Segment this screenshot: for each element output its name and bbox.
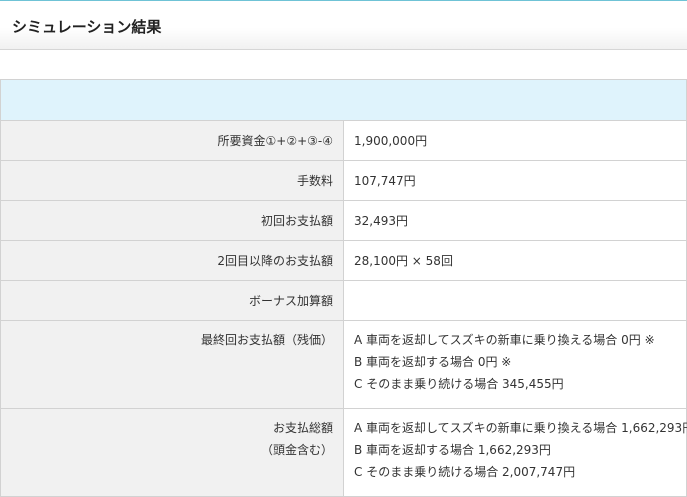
row-subsequent-payment: 2回目以降のお支払額 28,100円 × 58回 (0, 240, 687, 281)
total-payment-values: A 車両を返却してスズキの新車に乗り換える場合 1,662,293円 B 車両を… (343, 408, 687, 497)
page-header: シミュレーション結果 (0, 0, 687, 50)
table-header-band-cell (0, 79, 687, 121)
final-payment-values: A 車両を返却してスズキの新車に乗り換える場合 0円 ※ B 車両を返却する場合… (343, 320, 687, 409)
row-fee: 手数料 107,747円 (0, 160, 687, 201)
required-funds-value: 1,900,000円 (343, 120, 687, 161)
row-first-payment: 初回お支払額 32,493円 (0, 200, 687, 241)
page-title: シミュレーション結果 (12, 18, 162, 36)
final-payment-option-b: B 車両を返却する場合 0円 ※ (354, 355, 512, 369)
simulation-result-page: シミュレーション結果 所要資金①+②+③-④ 1,900,000円 手数料 10… (0, 0, 687, 497)
total-payment-label: お支払総額 （頭金含む） (0, 408, 344, 497)
total-payment-label-note: （頭金含む） (260, 443, 333, 457)
final-payment-option-a: A 車両を返却してスズキの新車に乗り換える場合 0円 ※ (354, 333, 655, 347)
first-payment-value: 32,493円 (343, 200, 687, 241)
final-payment-label: 最終回お支払額（残価） (0, 320, 344, 409)
total-payment-label-main: お支払総額 (272, 421, 333, 435)
result-table: 所要資金①+②+③-④ 1,900,000円 手数料 107,747円 初回お支… (0, 79, 687, 497)
bonus-label: ボーナス加算額 (0, 280, 344, 321)
subsequent-payment-value: 28,100円 × 58回 (343, 240, 687, 281)
total-payment-option-a: A 車両を返却してスズキの新車に乗り換える場合 1,662,293円 (354, 421, 687, 435)
required-funds-label: 所要資金①+②+③-④ (0, 120, 344, 161)
fee-label: 手数料 (0, 160, 344, 201)
row-final-payment: 最終回お支払額（残価） A 車両を返却してスズキの新車に乗り換える場合 0円 ※… (0, 320, 687, 409)
table-header-band (0, 79, 687, 121)
final-payment-option-c: C そのまま乗り続ける場合 345,455円 (354, 377, 564, 391)
bonus-value (343, 280, 687, 321)
row-bonus: ボーナス加算額 (0, 280, 687, 321)
total-payment-option-b: B 車両を返却する場合 1,662,293円 (354, 443, 551, 457)
row-total-payment: お支払総額 （頭金含む） A 車両を返却してスズキの新車に乗り換える場合 1,6… (0, 408, 687, 497)
fee-value: 107,747円 (343, 160, 687, 201)
row-required-funds: 所要資金①+②+③-④ 1,900,000円 (0, 120, 687, 161)
first-payment-label: 初回お支払額 (0, 200, 344, 241)
subsequent-payment-label: 2回目以降のお支払額 (0, 240, 344, 281)
total-payment-option-c: C そのまま乗り続ける場合 2,007,747円 (354, 465, 576, 479)
